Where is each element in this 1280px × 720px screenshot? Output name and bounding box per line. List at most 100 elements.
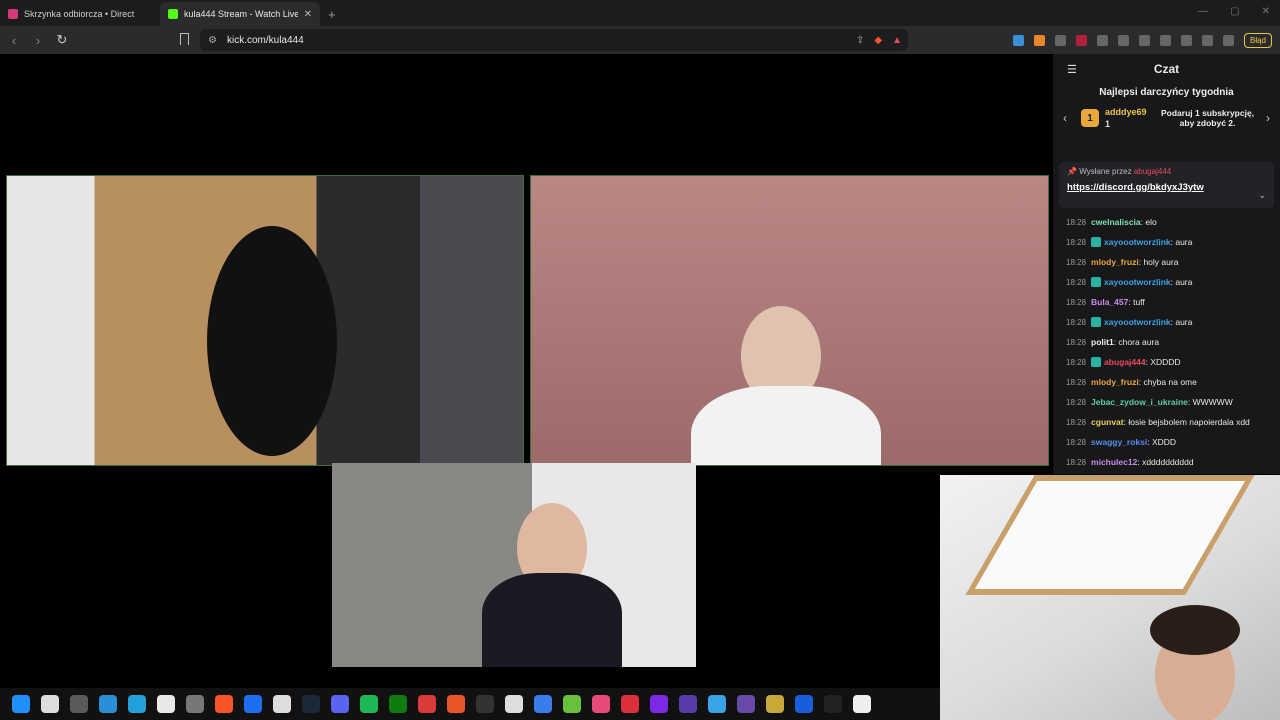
top-gifter[interactable]: adddye69 1 <box>1105 106 1147 130</box>
canva-icon[interactable] <box>650 695 668 713</box>
search-icon[interactable] <box>41 695 59 713</box>
pinned-link[interactable]: https://discord.gg/bkdyxJ3ytw <box>1067 182 1266 193</box>
brave-rewards-icon[interactable]: ▲ <box>892 35 902 46</box>
app-orange-icon[interactable] <box>447 695 465 713</box>
gift-subscription-cta[interactable]: Podaruj 1 subskrypcję, aby zdobyć 2. <box>1159 108 1257 128</box>
vpn-icon[interactable] <box>186 695 204 713</box>
brave-shield-icon[interactable]: ◆ <box>874 35 882 46</box>
user-badge-icon <box>1091 277 1102 287</box>
chat-message: 18:28 Jebac_zydow_i_ukraine: WWWWW <box>1066 392 1276 412</box>
app-red2-icon[interactable] <box>621 695 639 713</box>
maximize-button[interactable]: ▢ <box>1230 6 1239 17</box>
steam-icon[interactable] <box>302 695 320 713</box>
carousel-prev-icon[interactable]: ‹ <box>1063 111 1073 125</box>
message-username[interactable]: mlody_fruzi <box>1091 257 1139 267</box>
pinned-message: 📌 Wysłane przez abugaj444 https://discor… <box>1059 162 1274 208</box>
webcam-overlay <box>940 475 1280 720</box>
address-bar[interactable]: ⚙ kick.com/kula444 ⇪ ◆ ▲ <box>200 29 908 51</box>
message-username[interactable]: cwelnaliscia <box>1091 217 1141 227</box>
message-username[interactable]: Bula_457 <box>1091 297 1128 307</box>
bitwarden-icon[interactable] <box>795 695 813 713</box>
capcut-icon[interactable] <box>824 695 842 713</box>
message-username[interactable]: xayoootworzlink <box>1104 237 1171 247</box>
obs-icon[interactable] <box>737 695 755 713</box>
bookmark-icon[interactable] <box>180 33 189 45</box>
app-link-icon[interactable] <box>708 695 726 713</box>
g-icon[interactable] <box>273 695 291 713</box>
minimize-button[interactable]: — <box>1198 6 1208 17</box>
carousel-next-icon[interactable]: › <box>1266 111 1276 125</box>
message-time: 18:28 <box>1066 277 1087 287</box>
vpn-icon[interactable] <box>1222 34 1234 46</box>
extension-icon[interactable] <box>1012 34 1024 46</box>
chevron-down-icon[interactable]: ⌄ <box>1258 190 1266 201</box>
message-text: : aura <box>1170 277 1193 287</box>
back-button[interactable]: ‹ <box>4 33 24 48</box>
epic-icon[interactable] <box>476 695 494 713</box>
message-username[interactable]: Jebac_zydow_i_ukraine <box>1091 397 1188 407</box>
brave-icon[interactable] <box>215 695 233 713</box>
app-red-icon[interactable] <box>418 695 436 713</box>
message-username[interactable]: xayoootworzlink <box>1104 277 1171 287</box>
tab-title: Skrzynka odbiorcza • Direct <box>24 9 135 19</box>
share-icon[interactable]: ⇪ <box>856 35 864 46</box>
reload-button[interactable]: ↻ <box>52 32 72 48</box>
close-tab-icon[interactable]: ✕ <box>304 9 312 20</box>
pinned-by-user[interactable]: abugaj444 <box>1134 167 1171 176</box>
message-username[interactable]: mlody_fruzi <box>1091 377 1139 387</box>
clock-icon[interactable] <box>853 695 871 713</box>
message-username[interactable]: cgunvat <box>1091 417 1124 427</box>
message-text: : elo <box>1140 217 1157 227</box>
extension-icon[interactable] <box>1075 34 1087 46</box>
camera-feed-3 <box>332 463 696 667</box>
new-tab-button[interactable]: + <box>320 7 344 26</box>
forward-button[interactable]: › <box>28 33 48 48</box>
chat-message: 18:28 michulec12: xdddddddddd <box>1066 452 1276 472</box>
taskbar <box>0 688 940 720</box>
rank-badge: 1 <box>1081 109 1099 127</box>
app-circle-icon[interactable] <box>505 695 523 713</box>
discord-icon[interactable] <box>331 695 349 713</box>
puzzle-icon[interactable] <box>1096 34 1108 46</box>
app-blue-icon[interactable] <box>534 695 552 713</box>
message-username[interactable]: abugaj444 <box>1104 357 1146 367</box>
sidebar-icon[interactable] <box>1159 34 1171 46</box>
tab-instagram[interactable]: Skrzynka odbiorcza • Direct <box>0 2 160 26</box>
explorer-icon[interactable] <box>70 695 88 713</box>
app-pink-icon[interactable] <box>592 695 610 713</box>
collapse-chat-icon[interactable]: ☰ <box>1067 63 1077 76</box>
pin-icon: 📌 <box>1067 167 1077 176</box>
windows-icon[interactable] <box>12 695 30 713</box>
message-username[interactable]: michulec12 <box>1091 457 1137 467</box>
messenger-icon[interactable] <box>244 695 262 713</box>
message-username[interactable]: xayoootworzlink <box>1104 317 1171 327</box>
chat-message: 18:28 xayoootworzlink: aura <box>1066 312 1276 332</box>
music-icon[interactable] <box>1138 34 1150 46</box>
tab-kick[interactable]: kula444 Stream - Watch Live ✕ <box>160 2 320 26</box>
browser-toolbar: ‹ › ↻ ⚙ kick.com/kula444 ⇪ ◆ ▲ Błąd <box>0 26 1280 54</box>
extension-icon[interactable] <box>1117 34 1129 46</box>
stream-player[interactable] <box>0 54 1053 688</box>
spotify-icon[interactable] <box>360 695 378 713</box>
error-button[interactable]: Błąd <box>1243 32 1272 48</box>
message-text: : łosie bejsbolem napoierdala xdd <box>1123 417 1250 427</box>
monitor-icon[interactable] <box>128 695 146 713</box>
wallet-icon[interactable] <box>1180 34 1192 46</box>
leo-icon[interactable] <box>1201 34 1213 46</box>
site-settings-icon[interactable]: ⚙ <box>208 35 217 46</box>
app-purple-icon[interactable] <box>679 695 697 713</box>
app-green-icon[interactable] <box>563 695 581 713</box>
photos-icon[interactable] <box>99 695 117 713</box>
extension-icon[interactable] <box>1054 34 1066 46</box>
message-username[interactable]: polit1 <box>1091 337 1114 347</box>
xbox-icon[interactable] <box>389 695 407 713</box>
app-yellow-icon[interactable] <box>766 695 784 713</box>
message-text: : chyba na ome <box>1138 377 1197 387</box>
notepad-icon[interactable] <box>157 695 175 713</box>
message-text: : XDDDD <box>1145 357 1181 367</box>
message-time: 18:28 <box>1066 397 1087 407</box>
close-window-button[interactable]: ✕ <box>1262 6 1270 17</box>
message-username[interactable]: swaggy_roksi <box>1091 437 1147 447</box>
extension-icon[interactable] <box>1033 34 1045 46</box>
pinned-by-label: Wysłane przez <box>1079 167 1132 176</box>
